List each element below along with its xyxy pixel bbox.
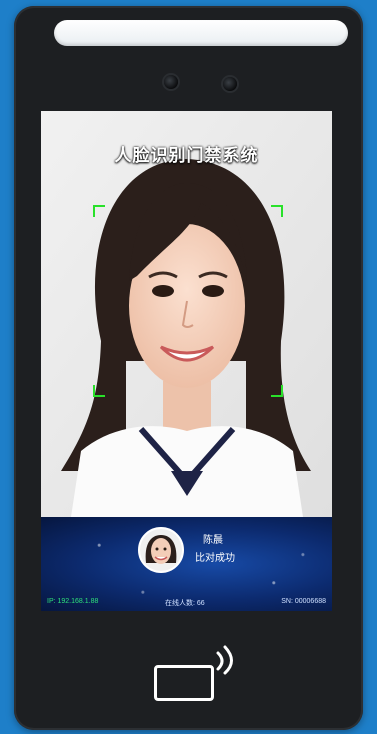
face-photo — [41, 111, 332, 517]
avatar — [138, 527, 184, 573]
display-screen: 人脸识别门禁系统 陈晨 比对成功 IP: 192.168.1.88 在线人数: … — [41, 111, 332, 611]
serial-number: SN: 00006688 — [281, 598, 326, 605]
face-frame-corner — [93, 205, 105, 217]
app-title: 人脸识别门禁系统 — [114, 146, 259, 165]
nfc-reader-icon[interactable] — [154, 645, 233, 703]
face-frame-corner — [271, 385, 283, 397]
status-bar: IP: 192.168.1.88 在线人数: 66 SN: 00006688 — [47, 596, 326, 608]
camera-preview: 人脸识别门禁系统 — [41, 111, 332, 517]
person-name: 陈晨 — [203, 535, 223, 546]
online-count: 在线人数: 66 — [165, 600, 205, 607]
wireless-waves-icon — [216, 645, 233, 675]
card-reader-box[interactable] — [154, 665, 214, 701]
camera-icon — [223, 77, 237, 91]
fill-light-bar — [54, 20, 348, 46]
recognition-result-panel: 陈晨 比对成功 IP: 192.168.1.88 在线人数: 66 SN: 00… — [41, 517, 332, 611]
face-frame-corner — [271, 205, 283, 217]
face-frame-corner — [93, 385, 105, 397]
camera-icon — [164, 75, 178, 89]
match-status: 比对成功 — [195, 553, 235, 564]
ip-address: IP: 192.168.1.88 — [47, 598, 99, 605]
